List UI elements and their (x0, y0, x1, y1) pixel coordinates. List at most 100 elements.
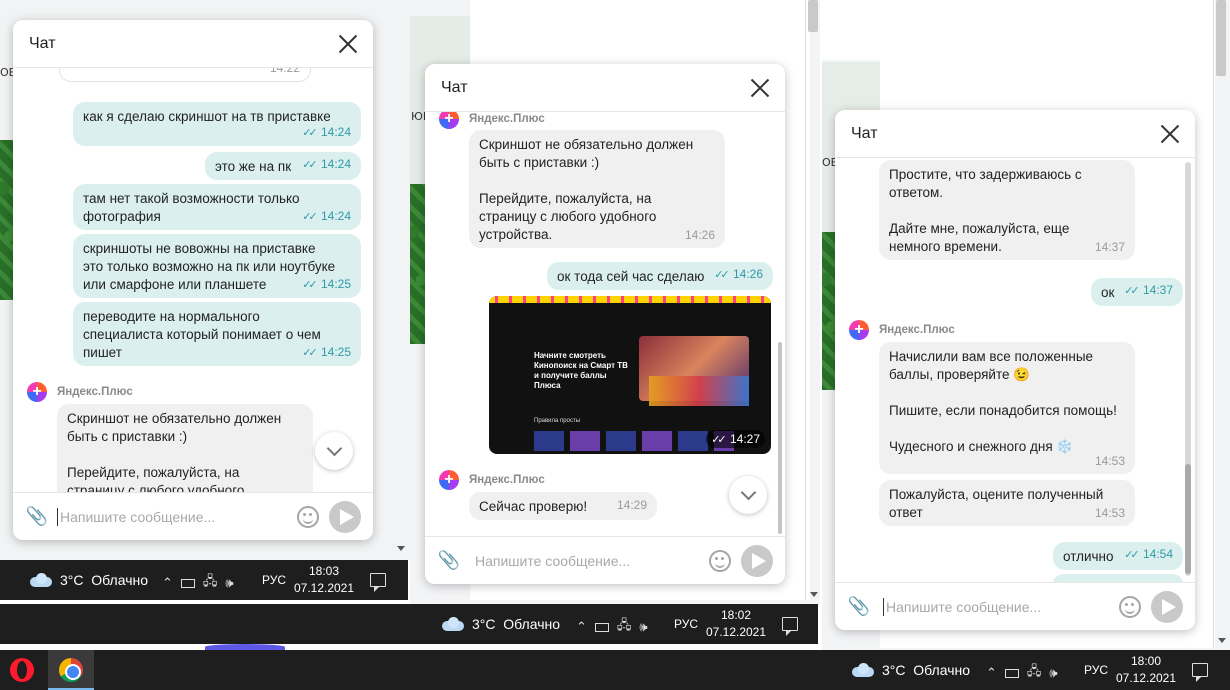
sender-name: Яндекс.Плюс (469, 113, 545, 125)
clock[interactable]: 18:00 07.12.2021 (1114, 653, 1178, 687)
system-tray: ⌃ 🖧 🕪 (576, 616, 648, 638)
message-bubble: переводите на нормального специалиста ко… (73, 302, 361, 366)
clock[interactable]: 18:02 07.12.2021 (704, 607, 768, 641)
message-time: ✓✓ 14:24 (302, 125, 351, 139)
volume-icon[interactable]: 🕪 (1049, 665, 1057, 681)
message-bubble: скриншоты не вовожны на приставке это то… (73, 234, 361, 298)
network-icon[interactable]: 🖧 (1027, 662, 1042, 684)
image-poster-row (649, 376, 749, 406)
volume-icon[interactable]: 🕪 (225, 575, 233, 591)
message-bubble: Скриншот не обязательно должен быть с пр… (469, 130, 725, 248)
taskbar-1: 3°C Облачно ⌃ 🖧 🕪 РУС 18:03 07.12.2021 (0, 560, 408, 600)
send-button[interactable] (329, 500, 361, 533)
avatar (849, 320, 869, 340)
taskbar-2: 3°C Облачно ⌃ 🖧 🕪 РУС 18:02 07.12.2021 (0, 604, 818, 644)
scroll-arrow-down-icon[interactable] (810, 592, 818, 597)
image-tiles (534, 431, 734, 451)
language-indicator[interactable]: РУС (674, 617, 698, 631)
battery-icon[interactable] (1004, 668, 1019, 678)
chevron-up-icon[interactable]: ⌃ (576, 619, 587, 635)
paperclip-icon[interactable]: 📎 (25, 505, 49, 529)
message-text: Простите, что задерживаюсь с ответом. Да… (889, 167, 1082, 254)
volume-icon[interactable]: 🕪 (639, 619, 647, 635)
weather-text: 3°C Облачно (882, 662, 971, 678)
chat-window-1: Чат 14:22 как я сделаю скриншот на тв пр… (13, 20, 373, 540)
chat-header: Чат (13, 20, 373, 68)
clock[interactable]: 18:03 07.12.2021 (292, 563, 356, 597)
message-time: 14:53 (1094, 506, 1125, 520)
weather-widget[interactable]: 3°C Облачно (442, 616, 560, 632)
chat-scrollbar[interactable] (778, 342, 782, 534)
chat-title: Чат (441, 78, 468, 96)
language-indicator[interactable]: РУС (1084, 663, 1108, 677)
divider-mid (805, 0, 806, 600)
chat-window-3: Чат Простите, что задерживаюсь с ответом… (835, 110, 1195, 630)
message-input[interactable] (886, 598, 1119, 615)
message-time: 14:22 (269, 68, 300, 75)
weather-widget[interactable]: 3°C Облачно (30, 572, 148, 588)
chat-header: Чат (835, 110, 1195, 158)
message-time: ✓✓ 14:26 (714, 267, 763, 281)
read-ticks-icon: ✓✓ (302, 211, 318, 223)
message-bubble: Скриншот не обязательно должен быть с пр… (57, 404, 313, 492)
read-ticks-icon: ✓✓ (1124, 285, 1140, 297)
send-button[interactable] (1151, 590, 1183, 623)
outer-scrollbar-mid[interactable] (808, 0, 818, 32)
smiley-icon[interactable] (297, 505, 319, 528)
paperclip-icon[interactable]: 📎 (437, 549, 461, 573)
weather-widget[interactable]: 3°C Облачно (852, 662, 970, 678)
message-text: Пожалуйста, оцените полученный ответ (889, 487, 1104, 520)
clock-time: 18:02 (720, 608, 752, 622)
read-ticks-icon: ✓✓ (302, 127, 318, 139)
chat-window-2: Чат Яндекс.Плюс Скриншот не обязательно … (425, 64, 785, 584)
paperclip-icon[interactable]: 📎 (847, 595, 871, 619)
chat-messages[interactable]: 14:22 как я сделаю скриншот на тв приста… (13, 68, 373, 492)
chevron-up-icon[interactable]: ⌃ (986, 665, 997, 681)
scroll-arrow-down-icon[interactable] (1218, 638, 1226, 643)
message-input[interactable] (60, 508, 297, 525)
clock-date: 07.12.2021 (705, 625, 767, 639)
scroll-down-button[interactable] (729, 476, 767, 514)
message-time: 14:29 (616, 498, 647, 512)
notifications-icon[interactable] (1192, 663, 1208, 682)
network-icon[interactable]: 🖧 (203, 572, 218, 594)
chevron-up-icon[interactable]: ⌃ (162, 575, 173, 591)
chat-messages[interactable]: Простите, что задерживаюсь с ответом. Да… (835, 158, 1195, 582)
avatar (27, 382, 47, 402)
smiley-icon[interactable] (709, 549, 731, 572)
close-icon[interactable] (749, 77, 771, 99)
clock-time: 18:00 (1130, 654, 1162, 668)
chat-messages[interactable]: Яндекс.Плюс Скриншот не обязательно долж… (425, 112, 785, 536)
message-time: 14:37 (1094, 240, 1125, 254)
outer-scrollbar-right[interactable] (1216, 0, 1226, 76)
message-bubble: Простите, что задерживаюсь с ответом. Да… (879, 160, 1135, 260)
message-bubble: это же на пк ✓✓ 14:24 (205, 152, 361, 180)
close-icon[interactable] (1159, 123, 1181, 145)
image-time: ✓✓ 14:27 (706, 430, 765, 448)
send-button[interactable] (741, 544, 773, 577)
cloud-icon (30, 573, 52, 587)
network-icon[interactable]: 🖧 (617, 616, 632, 638)
chrome-icon[interactable] (59, 658, 83, 682)
opera-icon[interactable] (10, 658, 34, 682)
message-bubble-partial (1053, 574, 1183, 582)
message-input[interactable] (475, 552, 709, 569)
battery-icon[interactable] (180, 578, 195, 588)
notifications-icon[interactable] (370, 573, 386, 592)
message-time: ✓✓ 14:25 (302, 345, 351, 359)
chat-scrollbar-thumb[interactable] (1185, 464, 1191, 574)
read-ticks-icon: ✓✓ (302, 347, 318, 359)
battery-icon[interactable] (594, 622, 609, 632)
scroll-down-button[interactable] (315, 432, 353, 470)
message-bubble: Сейчас проверю! 14:29 (469, 492, 657, 520)
language-indicator[interactable]: РУС (262, 573, 286, 587)
sender-label: Яндекс.Плюс (27, 382, 133, 402)
background-grass-mid (410, 184, 426, 344)
notifications-icon[interactable] (782, 617, 798, 636)
scroll-arrow-down-icon[interactable] (397, 546, 405, 551)
smiley-icon[interactable] (1119, 595, 1141, 618)
read-ticks-icon: ✓✓ (302, 159, 318, 171)
message-time: ✓✓ 14:54 (1124, 547, 1173, 561)
screenshot-image[interactable]: Начните смотреть Кинопоиск на Смарт ТВ и… (489, 296, 771, 454)
close-icon[interactable] (337, 33, 359, 55)
